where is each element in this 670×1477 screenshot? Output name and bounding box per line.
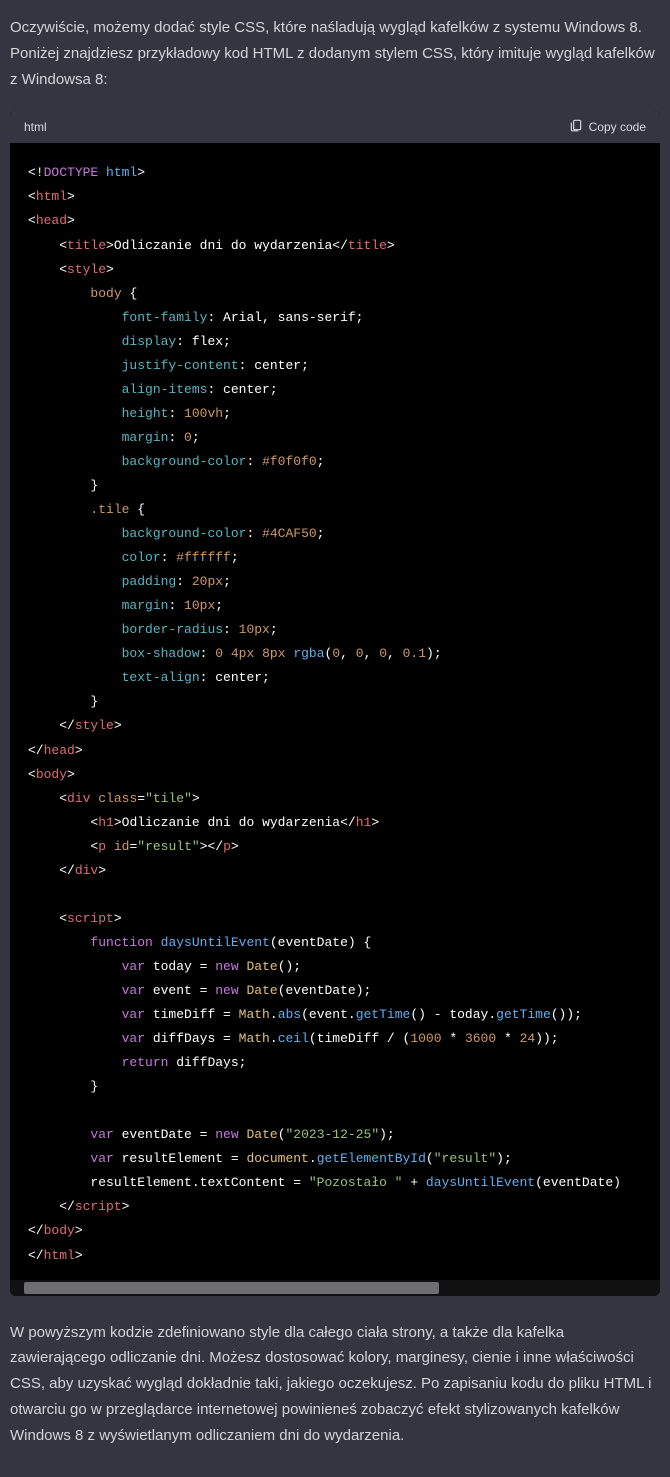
intro-paragraph: Oczywiście, możemy dodać style CSS, któr…: [10, 15, 660, 92]
outro-paragraph: W powyższym kodzie zdefiniowano style dl…: [10, 1320, 660, 1449]
clipboard-icon: [569, 118, 583, 135]
code-block: html Copy code <!DOCTYPE html> <html> <h…: [10, 110, 660, 1295]
copy-code-label: Copy code: [589, 120, 646, 134]
code-content: <!DOCTYPE html> <html> <head> <title>Odl…: [10, 143, 660, 1279]
code-body-scroll[interactable]: <!DOCTYPE html> <html> <head> <title>Odl…: [10, 143, 660, 1279]
code-language-label: html: [24, 120, 47, 134]
assistant-message: Oczywiście, możemy dodać style CSS, któr…: [0, 0, 670, 1477]
horizontal-scrollbar[interactable]: [10, 1280, 660, 1296]
code-header: html Copy code: [10, 110, 660, 143]
copy-code-button[interactable]: Copy code: [569, 118, 646, 135]
scrollbar-thumb[interactable]: [24, 1282, 439, 1294]
